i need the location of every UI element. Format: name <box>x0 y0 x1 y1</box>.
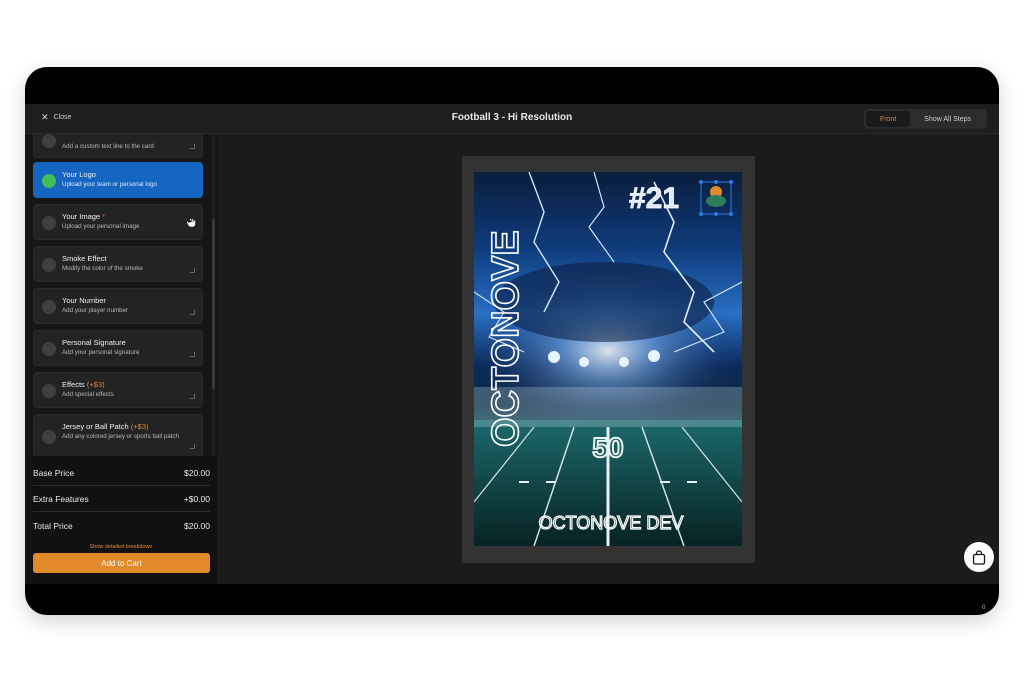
preview-canvas: 50 #21 OCTONOVE OCTONOVE DEV <box>217 134 999 584</box>
card-artwork: 50 #21 OCTONOVE OCTONOVE DEV <box>474 172 742 546</box>
bottom-name: OCTONOVE DEV <box>539 513 684 533</box>
extra-features-label: Extra Features <box>33 493 89 504</box>
total-price-label: Total Price <box>33 521 73 531</box>
resize-corner-icon <box>190 352 195 357</box>
add-to-cart-button[interactable]: Add to Cart <box>33 553 210 573</box>
logo-placeholder[interactable] <box>699 180 733 216</box>
step-your-number[interactable]: Your Number Add your player number <box>33 288 203 324</box>
total-price-row: Total Price $20.00 <box>33 513 210 539</box>
resize-corner-icon <box>190 144 195 149</box>
sidebar: Add a custom text line to the card Your … <box>25 134 217 584</box>
step-status-dot <box>42 342 56 356</box>
resize-corner-icon <box>190 394 195 399</box>
steps-scrollbar-thumb[interactable] <box>212 219 215 389</box>
device-frame: ✕ Close Football 3 - Hi Resolution Front… <box>25 67 999 615</box>
step-smoke-effect[interactable]: Smoke Effect Modify the color of the smo… <box>33 246 203 282</box>
show-all-steps-button[interactable]: Show All Steps <box>910 111 985 127</box>
step-description: Add your personal signature <box>62 349 140 356</box>
step-status-dot <box>42 300 56 314</box>
step-name-text: Effects <box>62 380 85 389</box>
step-effects[interactable]: Effects (+$3) Add special effects <box>33 372 203 408</box>
resize-corner-icon <box>190 268 195 273</box>
show-breakdown-link[interactable]: Show detailed breakdown <box>25 544 217 550</box>
base-price-row: Base Price $20.00 <box>33 460 210 486</box>
required-mark: * <box>102 212 106 221</box>
step-status-dot <box>42 384 56 398</box>
step-your-image[interactable]: Your Image * Upload your personal image <box>33 204 203 240</box>
steps-list: Add a custom text line to the card Your … <box>25 134 217 456</box>
step-your-logo[interactable]: Your Logo Upload your team or personal l… <box>33 162 203 198</box>
resize-corner-icon <box>190 310 195 315</box>
step-status-dot <box>42 174 56 188</box>
step-name-text: Your Image <box>62 212 101 221</box>
cart-count: 0 <box>982 605 986 611</box>
step-name: Smoke Effect <box>62 254 107 263</box>
step-custom-text[interactable]: Add a custom text line to the card <box>33 134 203 158</box>
app-window: ✕ Close Football 3 - Hi Resolution Front… <box>25 104 999 584</box>
hand-cursor-icon <box>186 216 196 228</box>
step-status-dot <box>42 430 56 444</box>
step-extra-price: (+$3) <box>86 380 105 389</box>
step-name: Personal Signature <box>62 338 126 347</box>
step-personal-signature[interactable]: Personal Signature Add your personal sig… <box>33 330 203 366</box>
step-status-dot <box>42 216 56 230</box>
view-toggle: Front Show All Steps <box>863 109 987 129</box>
resize-corner-icon <box>190 444 195 449</box>
step-description: Add special effects <box>62 391 114 398</box>
step-name: Jersey or Ball Patch (+$3) <box>62 422 149 431</box>
step-description: Add your player number <box>62 307 129 314</box>
step-status-dot <box>42 258 56 272</box>
extra-features-value: +$0.00 <box>183 493 210 504</box>
page-title: Football 3 - Hi Resolution <box>451 112 573 123</box>
step-jersey-patch[interactable]: Jersey or Ball Patch (+$3) Add any color… <box>33 414 203 456</box>
extra-features-row: Extra Features +$0.00 <box>33 486 210 512</box>
player-number: #21 <box>629 182 679 215</box>
yard-marker: 50 <box>592 432 623 463</box>
card-frame: 50 #21 OCTONOVE OCTONOVE DEV <box>462 156 755 563</box>
front-view-button[interactable]: Front <box>865 111 911 127</box>
step-name: Your Image * <box>62 212 105 221</box>
step-description: Add a custom text line to the card <box>62 143 154 150</box>
step-status-dot <box>42 134 56 148</box>
step-description: Upload your personal image <box>62 223 140 230</box>
cart-button[interactable] <box>964 542 994 572</box>
vertical-name: OCTONOVE <box>485 230 527 447</box>
step-name: Your Logo <box>62 170 96 179</box>
base-price-value: $20.00 <box>184 467 210 478</box>
pricing-panel: Base Price $20.00 Extra Features +$0.00 … <box>25 456 217 584</box>
step-description: Add any colored jersey or sports ball pa… <box>62 433 179 440</box>
step-name: Effects (+$3) <box>62 380 105 389</box>
step-name: Your Number <box>62 296 106 305</box>
base-price-label: Base Price <box>33 467 75 478</box>
step-name-text: Jersey or Ball Patch <box>62 422 129 431</box>
step-extra-price: (+$3) <box>130 422 149 431</box>
shopping-bag-icon <box>972 549 986 565</box>
top-bar: ✕ Close Football 3 - Hi Resolution Front… <box>25 104 999 134</box>
step-description: Upload your team or personal logo <box>62 181 157 188</box>
card-preview[interactable]: 50 #21 OCTONOVE OCTONOVE DEV <box>474 172 742 546</box>
total-price-value: $20.00 <box>184 521 210 531</box>
step-description: Modify the color of the smoke <box>62 265 143 272</box>
